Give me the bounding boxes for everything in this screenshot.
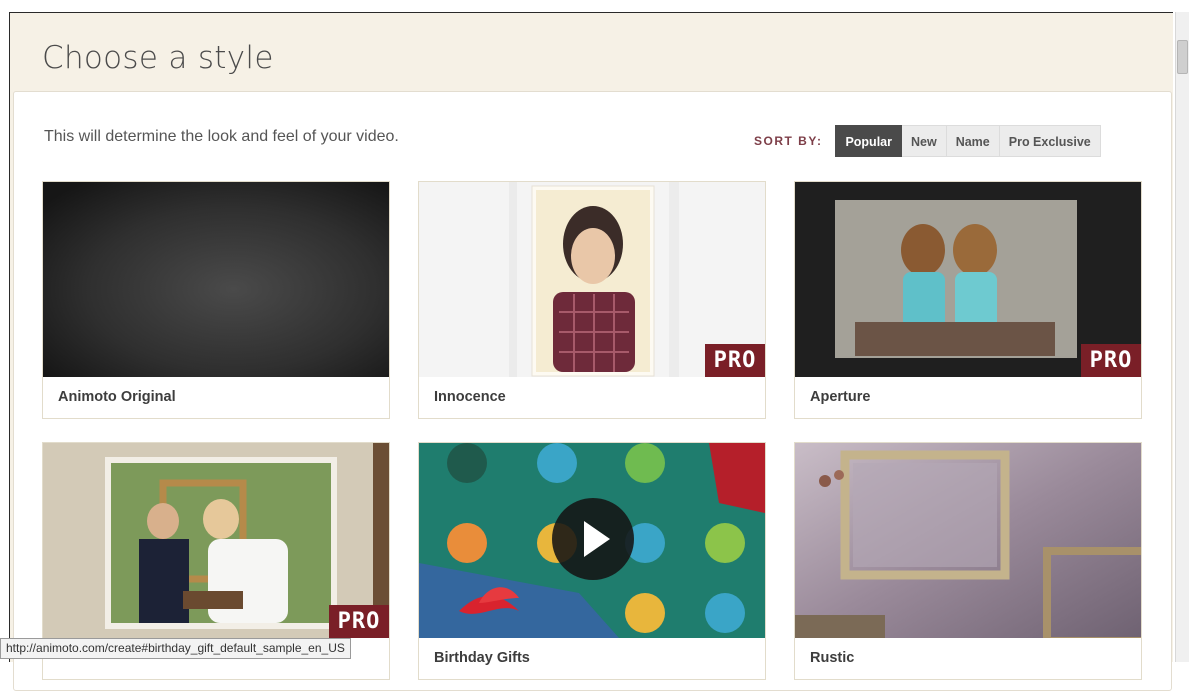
sort-by-label: SORT BY: [754,134,823,148]
style-card-birthday-gifts[interactable]: Birthday Gifts [418,442,766,680]
style-thumbnail[interactable] [43,182,389,377]
pro-badge: PRO [1081,344,1141,377]
page-subtitle: This will determine the look and feel of… [44,128,399,145]
page-frame: Choose a style This will determine the l… [9,12,1173,691]
page-title: Choose a style [42,40,274,76]
play-button[interactable] [552,498,634,580]
style-thumbnail[interactable]: PRO [43,443,389,638]
style-name: Aperture [810,389,871,405]
sort-new-button[interactable]: New [902,125,947,157]
style-card-rustic[interactable]: Rustic [794,442,1142,680]
sort-pro-exclusive-button[interactable]: Pro Exclusive [999,125,1101,157]
style-name: Rustic [810,650,855,666]
vertical-scrollbar[interactable] [1175,12,1189,662]
style-card-innocence[interactable]: PRO Innocence [418,181,766,419]
style-name: Birthday Gifts [434,650,530,666]
sort-controls: SORT BY: Popular New Name Pro Exclusive [754,125,1101,157]
style-card-animoto-original[interactable]: Animoto Original [42,181,390,419]
style-thumbnail[interactable] [795,443,1141,638]
style-name: Innocence [434,389,506,405]
style-card-aperture[interactable]: PRO Aperture [794,181,1142,419]
style-name: Animoto Original [58,389,176,405]
sort-popular-button[interactable]: Popular [835,125,902,157]
style-thumbnail[interactable] [419,443,765,638]
style-thumbnail[interactable]: PRO [795,182,1141,377]
style-panel: This will determine the look and feel of… [13,91,1172,691]
style-thumbnail[interactable]: PRO [419,182,765,377]
pro-badge: PRO [705,344,765,377]
status-bar-url: http://animoto.com/create#birthday_gift_… [0,638,351,659]
sort-name-button[interactable]: Name [946,125,1000,157]
scrollbar-thumb[interactable] [1177,40,1188,74]
pro-badge: PRO [329,605,389,638]
